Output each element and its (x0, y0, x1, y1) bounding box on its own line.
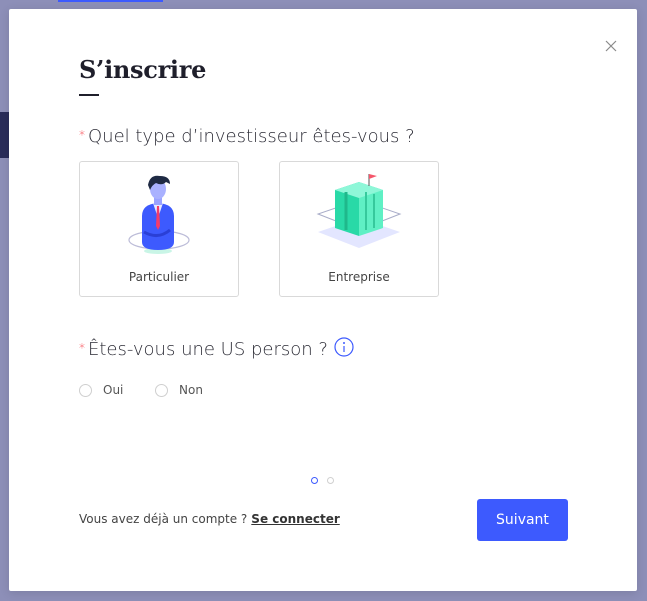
required-mark: * (79, 128, 85, 142)
investor-type-label: Quel type d’investisseur êtes-vous ? (88, 126, 415, 147)
radio-oui-circle[interactable] (79, 383, 92, 397)
close-icon (605, 40, 617, 52)
info-icon[interactable] (334, 337, 354, 362)
option-particulier-label: Particulier (128, 270, 190, 284)
investor-type-question: * Quel type d’investisseur êtes-vous ? (79, 126, 415, 147)
radio-non-circle[interactable] (155, 383, 168, 397)
company-building-illustration (316, 174, 402, 248)
option-entreprise-card[interactable]: Entreprise (279, 161, 439, 297)
login-prompt: Vous avez déjà un compte ? Se connecter (79, 512, 340, 526)
next-button[interactable]: Suivant (477, 499, 568, 541)
close-button[interactable] (604, 39, 618, 53)
option-particulier-card[interactable]: Particulier (79, 161, 239, 297)
step-indicator-1 (311, 477, 318, 484)
title-underline (79, 94, 99, 96)
individual-investor-illustration (128, 175, 190, 254)
background-active-tab (58, 0, 163, 2)
radio-oui-label: Oui (103, 383, 124, 397)
us-person-label: Êtes-vous une US person ? (88, 339, 328, 360)
required-mark: * (79, 341, 85, 355)
step-indicator-2 (327, 477, 334, 484)
radio-oui[interactable]: Oui (79, 383, 123, 397)
modal-title: S’inscrire (79, 55, 207, 84)
background-sidebar-block (0, 112, 9, 158)
radio-non-label: Non (179, 383, 203, 397)
login-link[interactable]: Se connecter (251, 512, 339, 526)
login-prompt-text: Vous avez déjà un compte ? (79, 512, 248, 526)
option-entreprise-label: Entreprise (328, 270, 390, 284)
us-person-question: * Êtes-vous une US person ? (79, 337, 354, 362)
radio-non[interactable]: Non (155, 383, 203, 397)
